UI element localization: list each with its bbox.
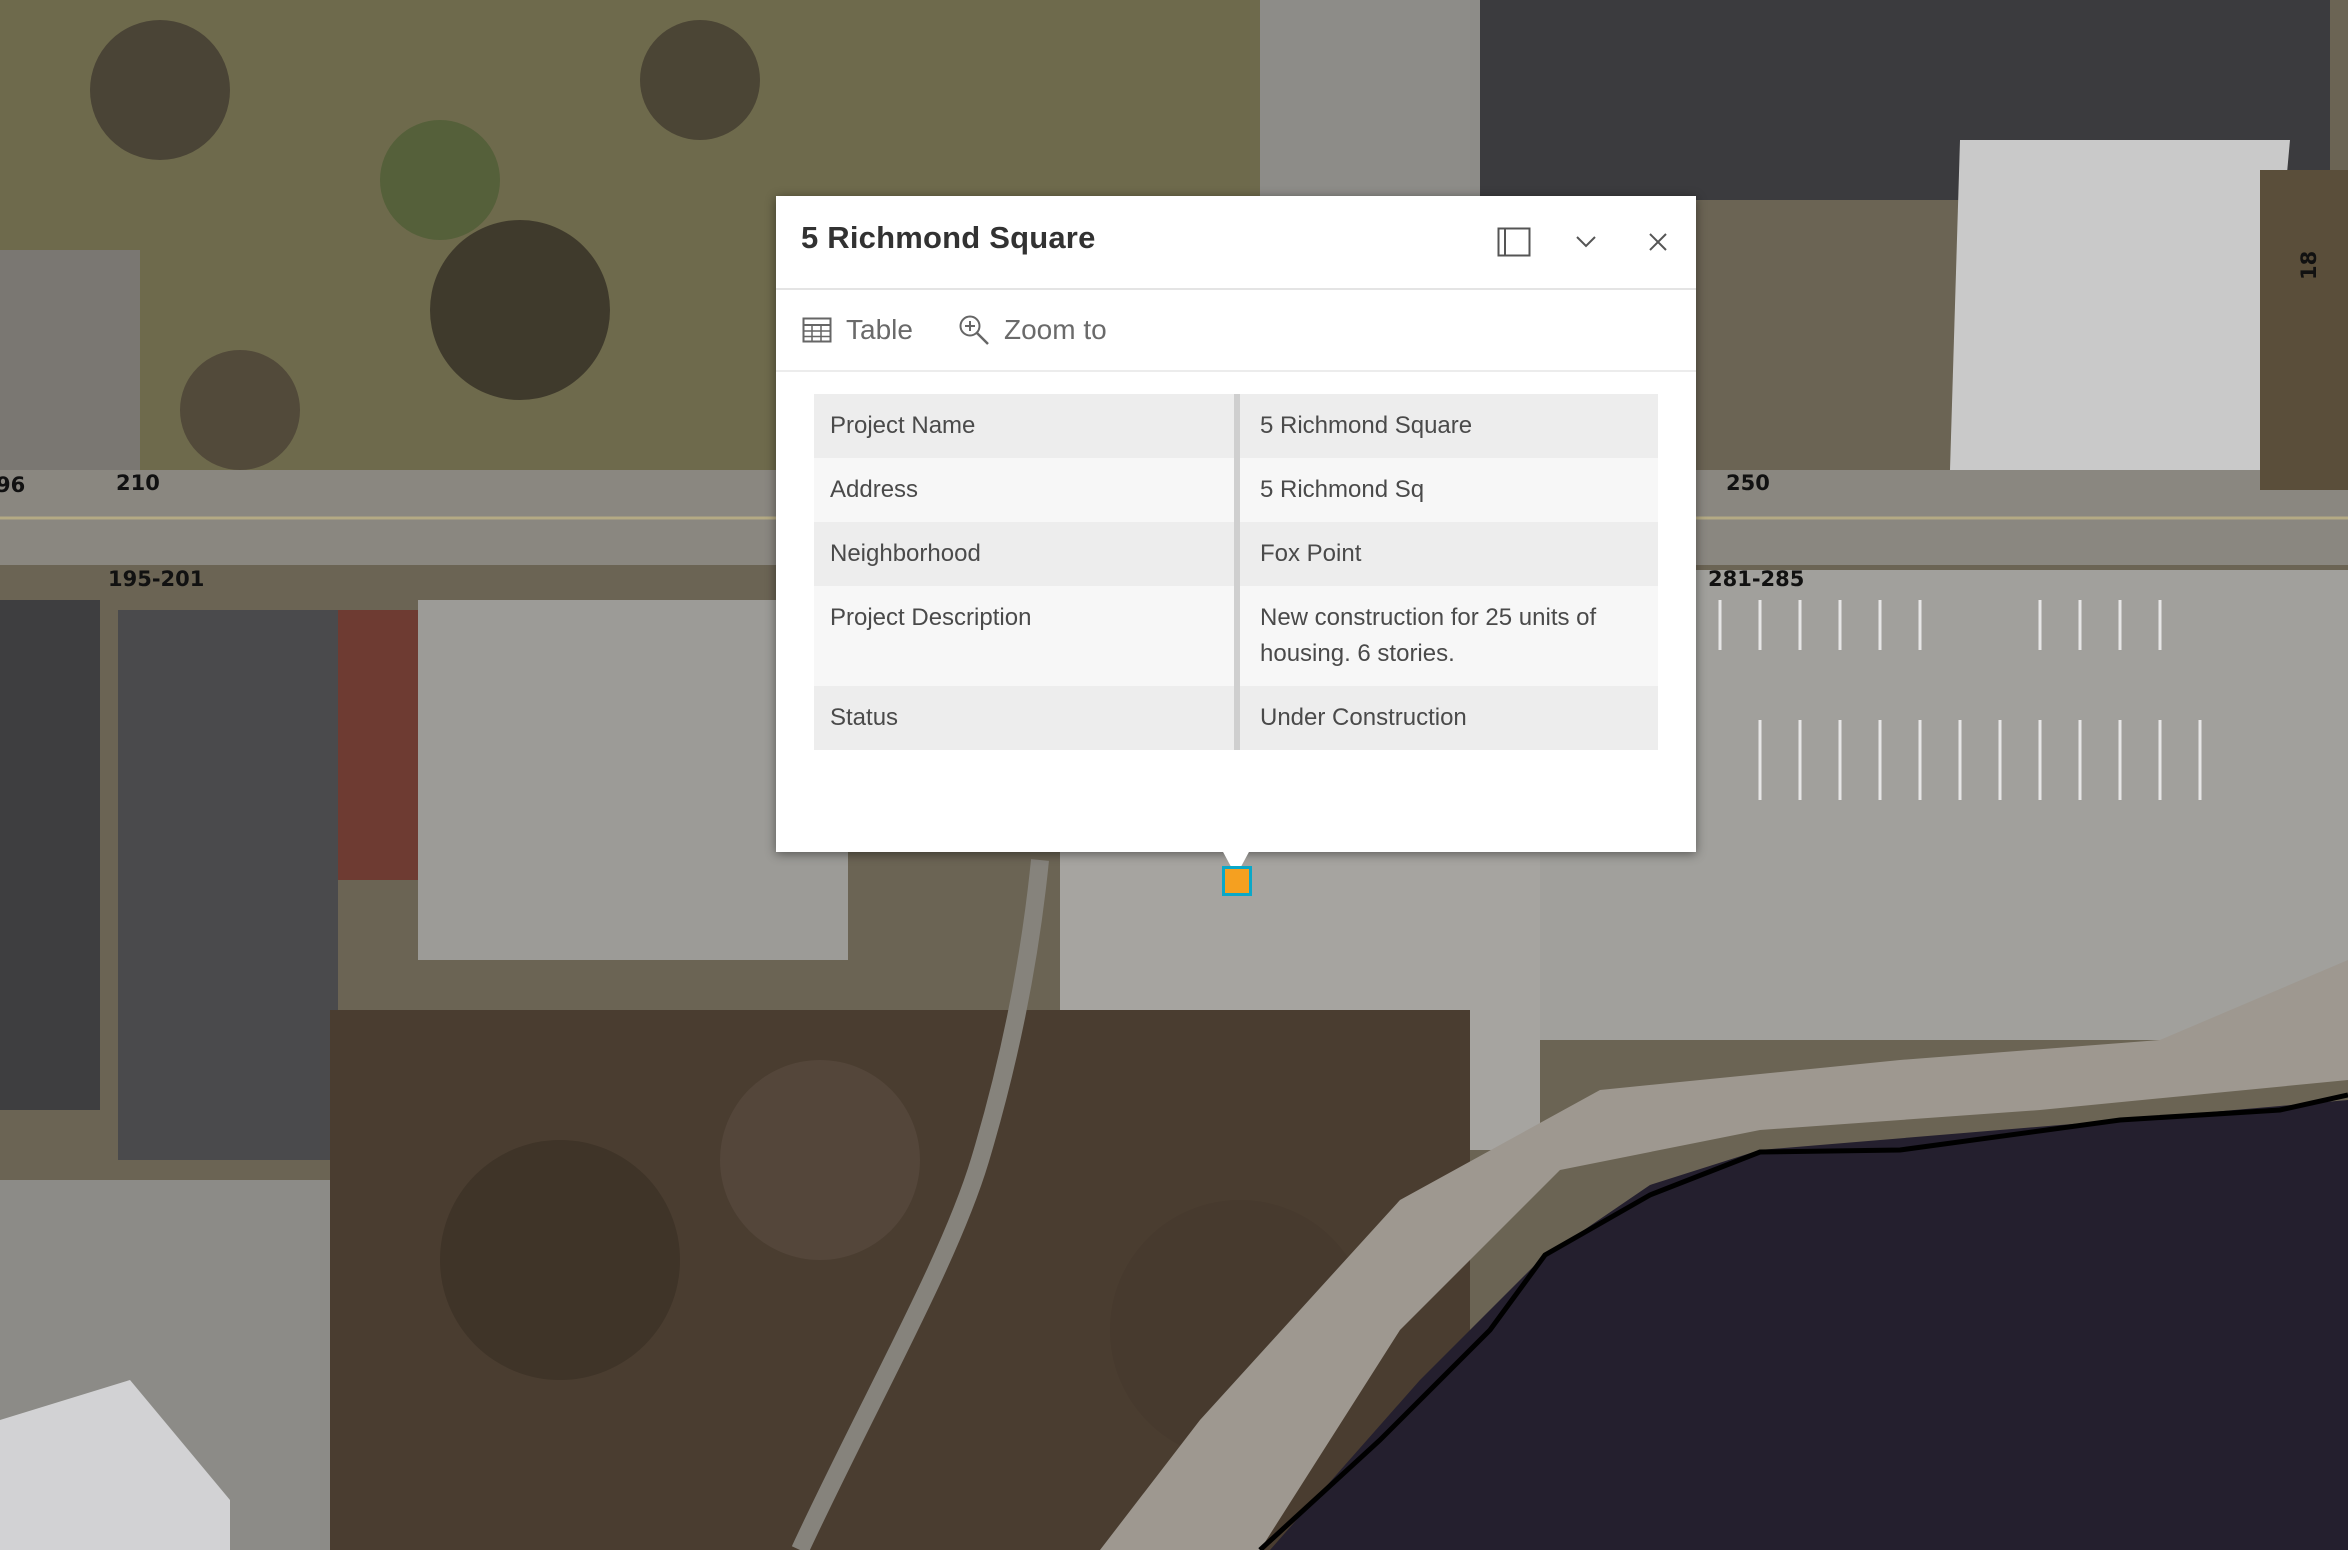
tree-canopy [430,220,610,400]
parcel-label: 250 [1726,471,1770,495]
feature-marker[interactable] [1222,866,1252,896]
table-action[interactable]: Table [802,308,913,352]
building-roof [1950,140,2290,470]
dock-icon [1497,227,1531,257]
tree-canopy [640,20,760,140]
table-icon [802,317,832,343]
table-action-label: Table [846,314,913,345]
building-roof [118,610,338,1160]
popup-header: 5 Richmond Square [776,196,1696,290]
parking-lot [0,250,140,470]
tree-canopy [440,1140,680,1380]
parking-lot [1260,0,1480,200]
field-value: 5 Richmond Square [1237,394,1658,458]
feature-popup: 5 Richmond Square Table Zoom to Project … [776,196,1696,852]
table-row: Address 5 Richmond Sq [814,458,1658,522]
popup-actions: Table Zoom to [776,290,1696,372]
parcel-label: 18 [2297,251,2321,280]
attribute-table: Project Name 5 Richmond Square Address 5… [814,394,1658,750]
table-row: Status Under Construction [814,686,1658,750]
popup-title: 5 Richmond Square [801,220,1096,255]
zoom-to-action[interactable]: Zoom to [958,308,1107,352]
zoom-in-icon [959,315,989,345]
tree-canopy [90,20,230,160]
table-row: Project Description New construction for… [814,586,1658,686]
tree-canopy [380,120,500,240]
tree-canopy [720,1060,920,1260]
zoom-to-action-label: Zoom to [1004,314,1107,345]
field-key: Status [814,686,1240,750]
field-key: Project Name [814,394,1240,458]
field-value: Under Construction [1237,686,1658,750]
parcel-label: 210 [116,471,160,495]
collapse-button[interactable] [1562,218,1610,266]
field-value: Fox Point [1237,522,1658,586]
field-key: Project Description [814,586,1240,686]
building-roof [338,610,418,880]
table-row: Project Name 5 Richmond Square [814,394,1658,458]
parcel-label: 195-201 [108,567,204,591]
table-row: Neighborhood Fox Point [814,522,1658,586]
grass-area [2260,170,2348,490]
dock-button[interactable] [1490,218,1538,266]
field-key: Neighborhood [814,522,1240,586]
close-icon [1649,233,1667,251]
parcel-label: 281-285 [1708,567,1804,591]
parcel-label: 96 [0,473,25,497]
close-button[interactable] [1634,218,1682,266]
tree-canopy [180,350,300,470]
field-value: New construction for 25 units of housing… [1237,586,1658,686]
building-roof [0,600,100,1110]
field-key: Address [814,458,1240,522]
chevron-down-icon [1576,236,1596,248]
field-value: 5 Richmond Sq [1237,458,1658,522]
